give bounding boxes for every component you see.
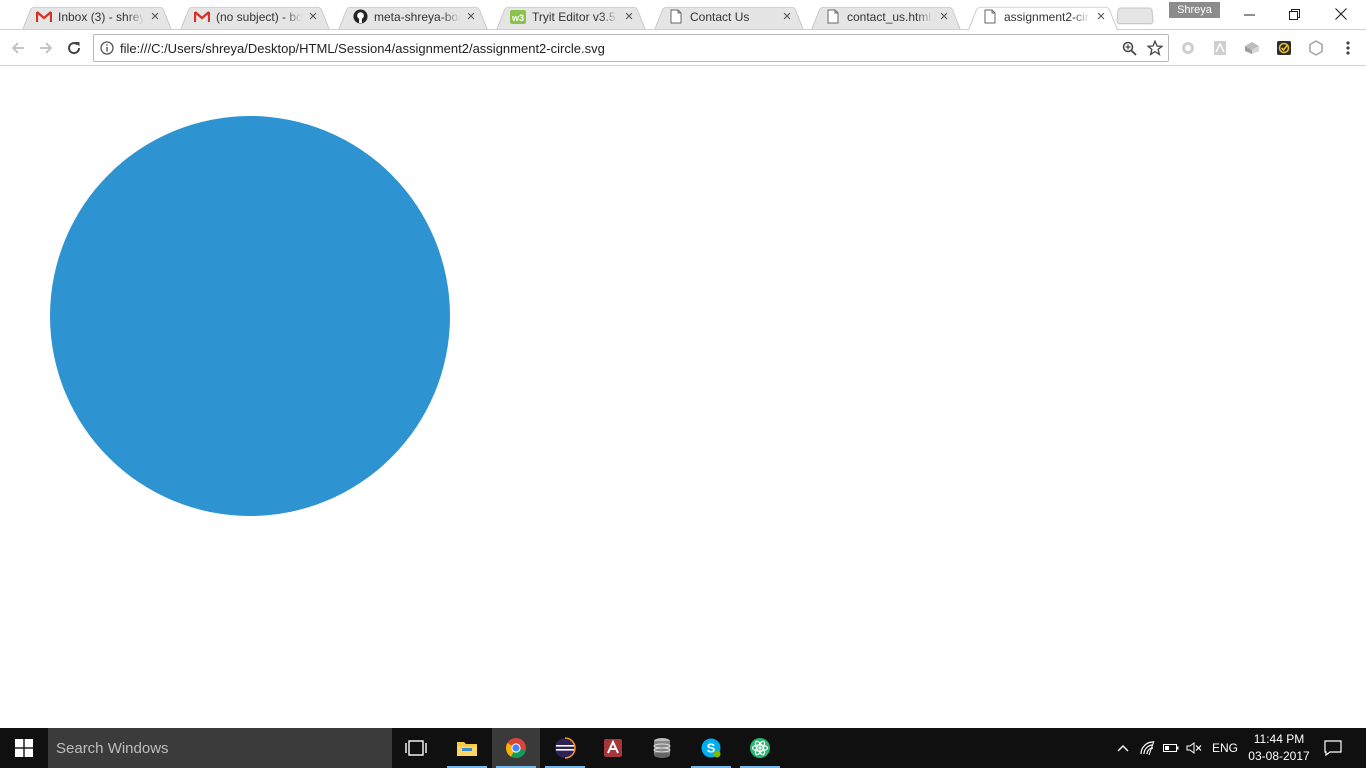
bookmark-star-icon[interactable] — [1142, 36, 1168, 60]
windows-logo-icon — [15, 739, 33, 757]
page-icon — [825, 9, 841, 25]
tab-no-subject[interactable]: (no subject) - bord × — [172, 3, 330, 30]
browser-toolbar: file:///C:/Users/shreya/Desktop/HTML/Ses… — [0, 30, 1366, 66]
taskbar-clock[interactable]: 11:44 PM 03-08-2017 — [1240, 731, 1318, 765]
address-bar[interactable]: file:///C:/Users/shreya/Desktop/HTML/Ses… — [93, 34, 1169, 62]
file-explorer-button[interactable] — [443, 728, 491, 768]
close-tab-icon[interactable]: × — [1094, 9, 1108, 24]
reload-icon — [68, 42, 81, 55]
page-icon — [668, 9, 684, 25]
extension-check-icon[interactable] — [1274, 38, 1294, 58]
access-icon — [604, 739, 622, 757]
url-text[interactable]: file:///C:/Users/shreya/Desktop/HTML/Ses… — [120, 41, 1116, 56]
tab-tryit-editor[interactable]: w3 Tryit Editor v3.5 × — [488, 3, 646, 30]
tab-title: meta-shreya-bord — [374, 9, 460, 24]
back-button[interactable] — [6, 36, 30, 60]
forward-button[interactable] — [34, 36, 58, 60]
browser-menu-icon[interactable] — [1338, 38, 1358, 58]
clock-date: 03-08-2017 — [1248, 749, 1310, 763]
close-tab-icon[interactable]: × — [148, 9, 162, 24]
database-icon — [653, 738, 671, 758]
restore-button[interactable] — [1272, 0, 1317, 28]
page-icon — [982, 9, 998, 25]
close-tab-icon[interactable]: × — [937, 9, 951, 24]
chrome-icon — [506, 738, 526, 759]
skype-button[interactable]: S — [687, 728, 735, 768]
minimize-button[interactable] — [1227, 0, 1272, 28]
tab-contact-us-html[interactable]: contact_us.html × — [803, 3, 961, 30]
task-view-icon — [405, 740, 427, 756]
show-hidden-icons-icon[interactable] — [1113, 738, 1133, 758]
close-window-button[interactable] — [1318, 0, 1363, 28]
svg-canvas — [50, 116, 450, 516]
tab-title: Inbox (3) - shreya. — [58, 9, 144, 24]
close-tab-icon[interactable]: × — [306, 9, 320, 24]
restore-icon — [1289, 8, 1300, 20]
language-indicator[interactable]: ENG — [1212, 728, 1238, 768]
gmail-icon — [36, 9, 52, 25]
tab-inbox[interactable]: Inbox (3) - shreya. × — [14, 3, 172, 30]
database-button[interactable] — [638, 728, 686, 768]
new-tab-button[interactable] — [1116, 7, 1154, 25]
taskbar-search[interactable]: Search Windows — [48, 728, 392, 768]
volume-muted-icon[interactable] — [1184, 738, 1204, 758]
gmail-icon — [194, 9, 210, 25]
atom-icon — [750, 738, 770, 758]
action-center-icon[interactable] — [1323, 738, 1343, 758]
battery-icon[interactable] — [1161, 738, 1181, 758]
minimize-icon — [1244, 14, 1255, 15]
blue-circle — [50, 116, 450, 516]
tab-strip: Inbox (3) - shreya. × (no subject) - bor… — [0, 0, 1366, 30]
eclipse-icon — [555, 737, 576, 759]
chrome-button[interactable] — [492, 728, 540, 768]
tab-title: (no subject) - bord — [216, 9, 302, 24]
close-tab-icon[interactable]: × — [464, 9, 478, 24]
pdf-extension-icon[interactable] — [1210, 38, 1230, 58]
close-tab-icon[interactable]: × — [622, 9, 636, 24]
tab-title: Contact Us — [690, 9, 750, 24]
info-icon[interactable] — [94, 41, 120, 55]
start-button[interactable] — [0, 728, 48, 768]
tab-title: Tryit Editor v3.5 — [532, 9, 616, 24]
atom-button[interactable] — [736, 728, 784, 768]
windows-taskbar: Search Windows S ENG 11:44 PM 03-08-2017 — [0, 728, 1366, 768]
new-tab-shape — [1116, 7, 1154, 25]
profile-button[interactable]: Shreya — [1169, 2, 1220, 18]
wifi-icon[interactable] — [1138, 738, 1158, 758]
task-view-button[interactable] — [392, 728, 440, 768]
github-icon — [352, 9, 368, 25]
zoom-icon[interactable] — [1116, 36, 1142, 60]
file-explorer-icon — [457, 742, 477, 756]
reload-button[interactable] — [62, 36, 86, 60]
close-tab-icon[interactable]: × — [780, 9, 794, 24]
clock-time: 11:44 PM — [1253, 732, 1305, 746]
skype-icon: S — [701, 738, 721, 758]
page-content — [0, 66, 1366, 728]
eclipse-button[interactable] — [541, 728, 589, 768]
svg-text:w3: w3 — [511, 13, 524, 23]
close-icon — [1334, 8, 1347, 20]
access-button[interactable] — [589, 728, 637, 768]
extension-cubes-icon[interactable] — [1242, 38, 1262, 58]
search-placeholder: Search Windows — [56, 739, 169, 757]
tab-title: assignment2-circle — [1004, 9, 1090, 24]
back-arrow-icon — [11, 42, 24, 54]
tab-assignment2-circle[interactable]: assignment2-circle × — [960, 3, 1118, 30]
tab-contact-us[interactable]: Contact Us × — [646, 3, 804, 30]
forward-arrow-icon — [40, 42, 53, 54]
extension-hexagon-icon[interactable] — [1306, 38, 1326, 58]
tab-github[interactable]: meta-shreya-bord × — [330, 3, 488, 30]
w3schools-icon: w3 — [510, 9, 526, 25]
extension-circle-icon[interactable] — [1178, 38, 1198, 58]
tab-title: contact_us.html — [847, 9, 932, 24]
